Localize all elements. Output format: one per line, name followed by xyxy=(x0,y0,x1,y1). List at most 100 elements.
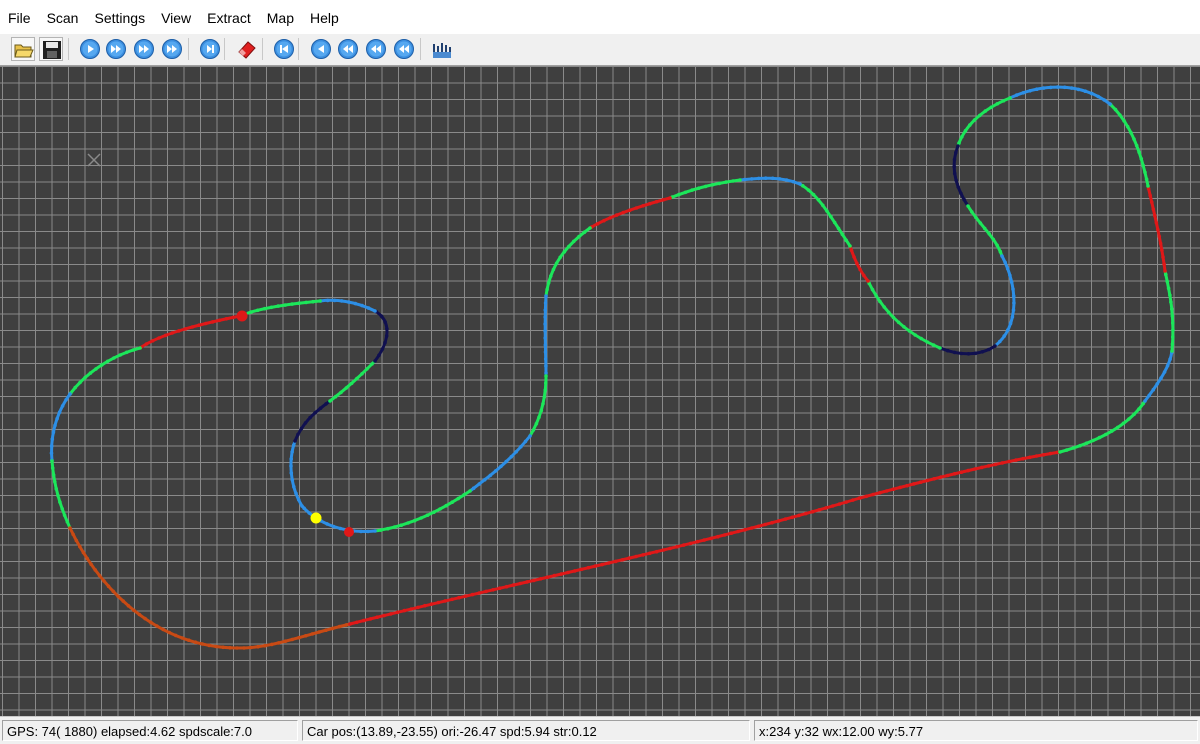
skip-to-start-button[interactable] xyxy=(272,37,296,61)
track-sample-point xyxy=(514,450,518,454)
track-sample-point xyxy=(855,261,859,266)
track-sample-point xyxy=(50,459,54,463)
track-sample-point xyxy=(318,299,322,303)
fast-forward-3-button[interactable] xyxy=(160,37,184,61)
menu-file[interactable]: File xyxy=(0,0,39,34)
track-sample-point xyxy=(518,581,522,586)
track-sample-point xyxy=(595,222,600,226)
track-sample-point xyxy=(702,538,706,542)
open-folder-button[interactable] xyxy=(11,37,35,61)
track-sample-point xyxy=(661,548,666,552)
track-sample-point xyxy=(155,624,159,628)
track-sample-point xyxy=(509,455,514,459)
grid-lines xyxy=(0,66,1200,716)
track-sample-point xyxy=(998,249,1003,254)
menu-help[interactable]: Help xyxy=(302,0,347,34)
track-sample-point xyxy=(1143,399,1147,403)
track-sample-point xyxy=(1161,255,1165,259)
fast-forward-2-button[interactable] xyxy=(132,37,156,61)
track-sample-point xyxy=(1071,446,1076,450)
track-sample-point xyxy=(1147,393,1151,398)
track-sample-point xyxy=(55,416,59,421)
track-sample-point xyxy=(385,327,389,331)
rewind-2-button[interactable] xyxy=(336,37,360,61)
menu-extract[interactable]: Extract xyxy=(199,0,259,34)
track-sample-point xyxy=(1014,458,1018,462)
track-sample-point xyxy=(634,554,638,559)
track-sample-point xyxy=(463,594,468,598)
menu-view[interactable]: View xyxy=(153,0,199,34)
track-sample-point xyxy=(49,444,54,448)
track-sample-point xyxy=(484,589,488,594)
track-sample-point xyxy=(790,515,795,520)
track-sample-point xyxy=(353,301,358,306)
track-sample-point xyxy=(131,348,136,352)
track-sample-point xyxy=(256,644,260,649)
track-sample-point xyxy=(1132,137,1136,141)
track-sample-point xyxy=(217,318,222,323)
menu-scan[interactable]: Scan xyxy=(39,0,87,34)
track-sample-point xyxy=(588,226,592,230)
track-sample-point xyxy=(543,301,548,305)
track-sample-point xyxy=(870,287,875,292)
track-sample-point xyxy=(456,496,461,501)
track-sample-point xyxy=(960,134,964,139)
track-sample-point xyxy=(716,534,720,539)
menu-settings[interactable]: Settings xyxy=(86,0,153,34)
track-sample-point xyxy=(370,362,374,366)
track-sample-point xyxy=(695,539,700,544)
track-sample-point xyxy=(58,500,62,504)
track-sample-point xyxy=(1118,113,1122,117)
track-sample-point xyxy=(197,323,201,328)
track-sample-point xyxy=(204,321,208,326)
track-sample-point xyxy=(697,186,701,190)
track-sample-point xyxy=(379,528,383,532)
rewind-3-button[interactable] xyxy=(364,37,388,61)
track-sample-point xyxy=(525,580,529,584)
track-sample-point xyxy=(1113,107,1118,112)
track-sample-point xyxy=(931,343,936,347)
track-sample-point xyxy=(543,308,548,312)
play-button[interactable] xyxy=(78,37,102,61)
track-sample-point xyxy=(919,336,923,341)
track-sample-point xyxy=(94,367,98,371)
car-position-marker xyxy=(310,512,322,524)
track-sample-point xyxy=(1009,280,1014,284)
track-sample-point xyxy=(952,157,957,162)
track-sample-point xyxy=(190,325,195,329)
track-sample-point xyxy=(348,622,352,626)
status-car: Car pos:(13.89,-23.55) ori:-26.47 spd:5.… xyxy=(302,720,750,741)
track-sample-point xyxy=(328,399,332,403)
menu-map[interactable]: Map xyxy=(259,0,302,34)
track-sample-point xyxy=(450,597,454,602)
track-sample-point xyxy=(379,314,384,318)
track-sample-point xyxy=(857,496,862,500)
track-sample-point xyxy=(683,190,688,195)
track-sample-point xyxy=(756,524,761,529)
save-button[interactable] xyxy=(39,37,63,61)
eraser-button[interactable] xyxy=(235,37,259,61)
track-sample-point xyxy=(749,177,754,181)
map-canvas[interactable] xyxy=(0,66,1200,716)
track-sample-point xyxy=(270,642,274,647)
track-sample-point xyxy=(816,198,821,202)
track-sample-point xyxy=(896,320,901,325)
rewind-button[interactable] xyxy=(309,37,333,61)
track-sample-point xyxy=(690,188,694,192)
track-sample-point xyxy=(993,462,998,467)
track-sample-point xyxy=(1003,260,1007,265)
track-sample-point xyxy=(542,395,547,399)
track-sample-point xyxy=(1170,307,1174,311)
track-sample-point xyxy=(1122,118,1126,123)
map-grid-button[interactable] xyxy=(430,37,454,61)
track-sample-point xyxy=(1035,87,1039,91)
track-map[interactable] xyxy=(0,66,1200,716)
track-sample-point xyxy=(995,243,999,248)
track-sample-point xyxy=(483,477,487,482)
waypoint-marker-2 xyxy=(236,310,248,322)
step-forward-button[interactable] xyxy=(198,37,222,61)
track-sample-point xyxy=(558,255,562,260)
rewind-4-button[interactable] xyxy=(392,37,416,61)
fast-forward-button[interactable] xyxy=(104,37,128,61)
track-sample-point xyxy=(423,603,427,608)
